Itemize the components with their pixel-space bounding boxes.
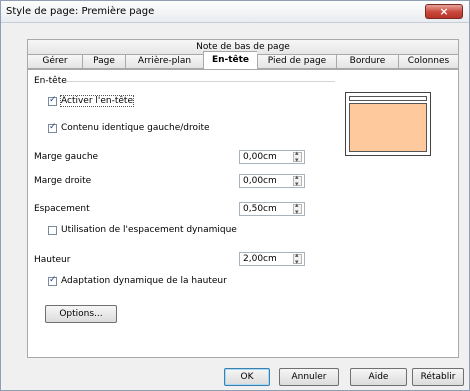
- spacing-label: Espacement: [34, 204, 90, 214]
- spacing-spinbox[interactable]: 0,50cm: [239, 201, 305, 216]
- checkbox-checked-icon: [48, 95, 57, 106]
- left-margin-spinbox[interactable]: 0,00cm: [239, 149, 305, 164]
- close-icon[interactable]: ×: [425, 4, 463, 19]
- tab-background[interactable]: Arrière-plan: [125, 54, 203, 69]
- checkbox-checked-icon: [48, 122, 57, 133]
- activate-header-label: Activer l'en-tête: [60, 95, 134, 107]
- tab-manage[interactable]: Gérer: [27, 54, 82, 69]
- spacing-value: 0,50cm: [243, 204, 277, 214]
- dynamic-spacing-label: Utilisation de l'espacement dynamique: [61, 225, 237, 235]
- same-content-checkbox[interactable]: Contenu identique gauche/droite: [48, 122, 210, 133]
- tab-border[interactable]: Bordure: [336, 54, 398, 69]
- options-button[interactable]: Options...: [45, 305, 117, 323]
- cancel-button[interactable]: Annuler: [279, 368, 339, 386]
- spin-arrows-icon[interactable]: [293, 173, 302, 188]
- checkbox-checked-icon: [48, 275, 57, 286]
- height-value: 2,00cm: [243, 254, 277, 264]
- group-label-header: En-tête: [34, 76, 67, 86]
- left-margin-value: 0,00cm: [243, 152, 277, 162]
- page-preview: [345, 92, 431, 156]
- spin-arrows-icon[interactable]: [293, 251, 302, 266]
- tab-footer[interactable]: Pied de page: [257, 54, 336, 69]
- height-label: Hauteur: [34, 255, 71, 265]
- tab-columns[interactable]: Colonnes: [398, 54, 459, 69]
- preview-body-area: [349, 103, 427, 152]
- group-divider: [65, 81, 335, 82]
- height-spinbox[interactable]: 2,00cm: [239, 251, 305, 266]
- spin-arrows-icon[interactable]: [293, 149, 302, 164]
- right-margin-label: Marge droite: [34, 176, 92, 186]
- reset-button[interactable]: Rétablir: [412, 368, 464, 386]
- dynamic-spacing-checkbox[interactable]: Utilisation de l'espacement dynamique: [48, 225, 237, 235]
- right-margin-spinbox[interactable]: 0,00cm: [239, 173, 305, 188]
- auto-height-checkbox[interactable]: Adaptation dynamique de la hauteur: [48, 275, 227, 286]
- spin-arrows-icon[interactable]: [293, 201, 302, 216]
- dialog-window: Style de page: Première page × Note de b…: [0, 0, 470, 391]
- window-title: Style de page: Première page: [6, 6, 155, 17]
- tab-header[interactable]: En-tête: [203, 51, 257, 69]
- title-bar: Style de page: Première page ×: [1, 1, 469, 23]
- help-button[interactable]: Aide: [350, 368, 407, 386]
- ok-button[interactable]: OK: [224, 368, 270, 386]
- tab-bar: Note de bas de page Gérer Page Arrière-p…: [27, 39, 459, 73]
- activate-header-checkbox[interactable]: Activer l'en-tête: [48, 95, 134, 107]
- preview-header-area: [349, 96, 427, 101]
- left-margin-label: Marge gauche: [34, 152, 99, 162]
- tab-page[interactable]: Page: [82, 54, 125, 69]
- checkbox-unchecked-icon: [48, 225, 57, 235]
- right-margin-value: 0,00cm: [243, 176, 277, 186]
- same-content-label: Contenu identique gauche/droite: [61, 123, 210, 133]
- header-panel: En-tête Activer l'en-tête Contenu identi…: [27, 69, 459, 358]
- tab-row: Gérer Page Arrière-plan En-tête Pied de …: [27, 51, 459, 69]
- auto-height-label: Adaptation dynamique de la hauteur: [61, 276, 227, 286]
